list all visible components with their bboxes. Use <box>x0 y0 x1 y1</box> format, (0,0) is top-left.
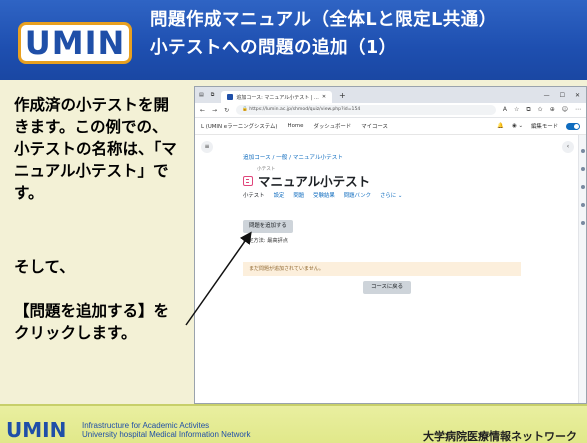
tab-actions-icon[interactable]: ⧉ <box>211 92 215 98</box>
instruction-line-click: 【問題を追加する】をクリックします。 <box>14 302 170 342</box>
address-bar-row: ← → ↻ 🔒 https://lumin.ac.jp/shmod/quiz/v… <box>195 103 586 118</box>
forward-icon[interactable]: → <box>212 107 217 114</box>
nav-item-my-courses[interactable]: マイコース <box>361 122 388 130</box>
block-drawer-icon[interactable]: ‹ <box>562 141 574 153</box>
right-scroll-strip <box>578 135 586 403</box>
footer-umin-logo: UMIN <box>6 418 67 442</box>
quiz-icon <box>243 175 253 186</box>
minimize-icon[interactable]: — <box>544 92 550 99</box>
browser-screenshot: ▤ ⧉ 追加コース: マニュアル小テスト | ... ✕ + — ☐ ✕ ← →… <box>194 86 587 404</box>
window-menu-icon[interactable]: ▤ <box>199 92 204 98</box>
page-title: マニュアル小テスト <box>243 171 370 190</box>
back-to-course-button[interactable]: コースに戻る <box>363 281 412 294</box>
browser-toolbar-icons: A ☆ ⧉ ✩ ⊕ ☺ ⋯ <box>503 106 581 114</box>
quiz-title: マニュアル小テスト <box>258 174 371 189</box>
browser-tab-label: 追加コース: マニュアル小テスト | ... <box>236 94 319 101</box>
notification-bell-icon[interactable]: 🔔 <box>497 123 504 129</box>
grading-method: 評定方法: 最高評点 <box>243 238 288 244</box>
back-icon[interactable]: ← <box>200 107 205 114</box>
edit-mode-label: 編集モード <box>531 124 558 130</box>
slide-header: UMIN 問題作成マニュアル（全体Lと限定L共通） 小テストへの問題の追加（1） <box>0 0 587 80</box>
favorites-icon[interactable]: ✩ <box>538 106 543 114</box>
nav-item-dashboard[interactable]: ダッシュボード <box>313 122 351 130</box>
user-menu-icon[interactable]: ◉ ⌄ <box>512 123 523 129</box>
browser-tab[interactable]: 追加コース: マニュアル小テスト | ... ✕ <box>221 91 333 103</box>
browser-tab-bar: ▤ ⧉ 追加コース: マニュアル小テスト | ... ✕ + — ☐ ✕ <box>195 87 586 103</box>
window-controls: — ☐ ✕ <box>544 92 586 99</box>
favorite-star-icon[interactable]: ☆ <box>514 106 519 114</box>
no-questions-notice: まだ問題が追加されていません。 <box>243 262 521 276</box>
tab-settings[interactable]: 設定 <box>274 191 285 199</box>
site-name[interactable]: L (UMIN eラーニングシステム) <box>201 122 278 130</box>
slide-footer: UMIN Infrastructure for Academic Activit… <box>0 404 587 443</box>
umin-logo: UMIN <box>18 22 132 64</box>
collections-icon[interactable]: ⊕ <box>550 106 555 114</box>
profile-icon[interactable]: ☺ <box>562 106 568 114</box>
split-screen-icon[interactable]: ⧉ <box>526 106 530 114</box>
moodle-top-nav: L (UMIN eラーニングシステム) Home ダッシュボード マイコース 🔔… <box>195 118 586 135</box>
footer-subtitle: Infrastructure for Academic Activites Un… <box>82 421 251 439</box>
slide-title-line-2: 小テストへの問題の追加（1） <box>150 38 397 58</box>
reload-icon[interactable]: ↻ <box>224 107 229 114</box>
footer-network-name: 大学病院医療情報ネットワーク <box>423 430 577 443</box>
new-tab-icon[interactable]: + <box>339 91 346 100</box>
tab-quiz[interactable]: 小テスト <box>243 191 265 199</box>
edit-mode-toggle[interactable] <box>566 122 580 130</box>
slide-title-line-1: 問題作成マニュアル（全体Lと限定L共通） <box>150 10 497 30</box>
tab-question-bank[interactable]: 問題バンク <box>344 191 371 199</box>
course-index-drawer-icon[interactable]: ≡ <box>201 141 213 153</box>
nav-item-home[interactable]: Home <box>288 123 304 129</box>
maximize-icon[interactable]: ☐ <box>560 92 565 99</box>
favicon-icon <box>227 94 234 100</box>
instruction-text-1: 作成済の小テストを開きます。この例での、小テストの名称は、「マニュアル小テスト」… <box>14 96 177 202</box>
instruction-line-then: そして、 <box>14 258 75 276</box>
tab-more[interactable]: さらに ⌄ <box>380 191 402 199</box>
add-question-button[interactable]: 問題を追加する <box>243 220 293 233</box>
tab-results[interactable]: 受験結果 <box>313 191 335 199</box>
close-window-icon[interactable]: ✕ <box>575 92 580 99</box>
url-field[interactable]: 🔒 https://lumin.ac.jp/shmod/quiz/view.ph… <box>236 105 496 115</box>
more-menu-icon[interactable]: ⋯ <box>575 106 581 114</box>
secondary-nav: 小テスト 設定 問題 受験結果 問題バンク さらに ⌄ <box>243 191 402 199</box>
instruction-text-2: そして、 【問題を追加する】をクリックします。 <box>14 256 182 344</box>
tab-questions[interactable]: 問題 <box>293 191 304 199</box>
close-tab-icon[interactable]: ✕ <box>322 94 326 100</box>
read-aloud-icon[interactable]: A <box>503 106 507 114</box>
breadcrumb[interactable]: 追加コース / 一般 / マニュアル小テスト <box>243 153 343 161</box>
